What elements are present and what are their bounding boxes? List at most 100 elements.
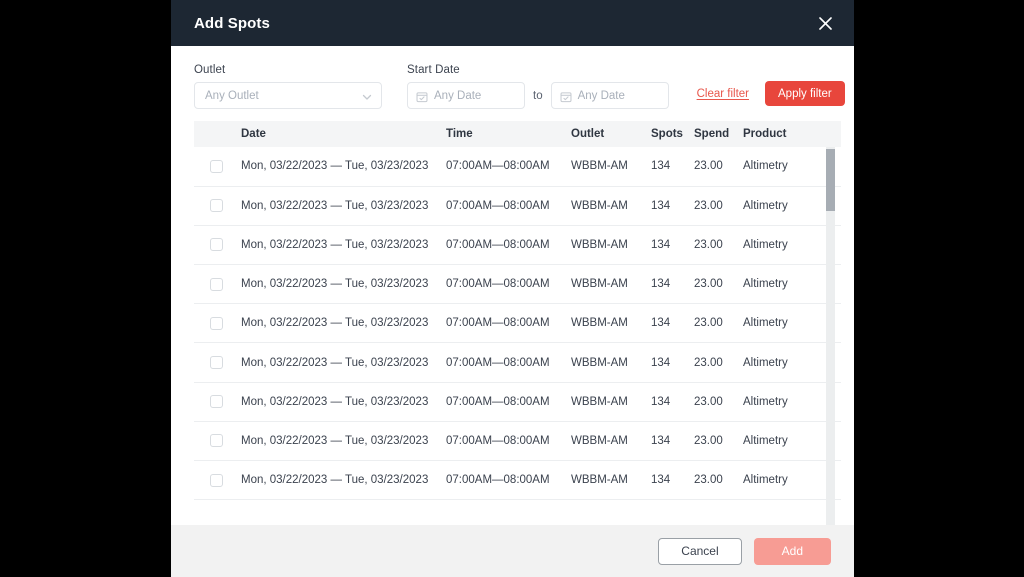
table-row[interactable]: Mon, 03/22/2023 — Tue, 03/23/2023 07:00AM… (194, 225, 841, 266)
cell-date: Mon, 03/22/2023 — Tue, 03/23/2023 (241, 460, 446, 501)
date-range-separator: to (533, 89, 543, 102)
row-checkbox[interactable] (210, 159, 223, 173)
table-row[interactable]: Mon, 03/22/2023 — Tue, 03/23/2023 07:00AM… (194, 303, 841, 344)
outlet-label: Outlet (194, 64, 226, 76)
outlet-select-value: Any Outlet (205, 89, 259, 102)
row-select-cell (194, 460, 241, 501)
cell-time: 07:00AM—08:00AM (446, 460, 571, 501)
cell-outlet: WBBM-AM (571, 264, 651, 305)
cell-outlet: WBBM-AM (571, 382, 651, 422)
chevron-down-icon (361, 90, 373, 102)
cell-outlet: WBBM-AM (571, 460, 651, 501)
cell-date: Mon, 03/22/2023 — Tue, 03/23/2023 (241, 186, 446, 226)
table-row[interactable]: Mon, 03/22/2023 — Tue, 03/23/2023 07:00AM… (194, 460, 841, 501)
outlet-field-group: Outlet Any Outlet (194, 64, 382, 109)
table-row[interactable]: Mon, 03/22/2023 — Tue, 03/23/2023 07:00AM… (194, 147, 841, 187)
modal-title: Add Spots (194, 14, 270, 32)
col-header-select (194, 121, 241, 147)
cell-outlet: WBBM-AM (571, 342, 651, 383)
cell-outlet: WBBM-AM (571, 225, 651, 266)
cell-outlet: WBBM-AM (571, 186, 651, 226)
table-header-row: Date Time Outlet Spots Spend Product (194, 121, 841, 147)
row-checkbox[interactable] (210, 316, 223, 330)
cell-spend: 23.00 (694, 342, 743, 383)
cell-spots: 134 (651, 303, 694, 344)
add-spots-modal: Add Spots Outlet Any Outlet Start Date A… (171, 0, 854, 577)
row-checkbox[interactable] (210, 473, 223, 487)
table-row[interactable]: Mon, 03/22/2023 — Tue, 03/23/2023 07:00AM… (194, 382, 841, 422)
cell-time: 07:00AM—08:00AM (446, 303, 571, 344)
spots-table-inner: Date Time Outlet Spots Spend Product Mon… (194, 121, 841, 525)
row-checkbox[interactable] (210, 395, 223, 409)
close-icon[interactable] (812, 10, 838, 36)
cell-spots: 134 (651, 186, 694, 226)
row-select-cell (194, 382, 241, 422)
col-header-time: Time (446, 121, 571, 147)
cell-time: 07:00AM—08:00AM (446, 264, 571, 305)
row-checkbox[interactable] (210, 356, 223, 370)
cell-outlet: WBBM-AM (571, 303, 651, 344)
table-scrollbar-thumb[interactable] (826, 149, 835, 211)
start-date-from-input[interactable]: Any Date (407, 82, 525, 109)
cell-time: 07:00AM—08:00AM (446, 382, 571, 422)
cell-spend: 23.00 (694, 303, 743, 344)
cell-spend: 23.00 (694, 147, 743, 187)
row-checkbox[interactable] (210, 434, 223, 448)
spots-table: Date Time Outlet Spots Spend Product Mon… (194, 121, 841, 501)
cell-spend: 23.00 (694, 421, 743, 462)
filter-actions: Clear filter Apply filter (697, 81, 845, 109)
table-row[interactable]: Mon, 03/22/2023 — Tue, 03/23/2023 07:00AM… (194, 264, 841, 305)
row-select-cell (194, 186, 241, 226)
spots-table-container: Date Time Outlet Spots Spend Product Mon… (171, 121, 854, 525)
col-header-product: Product (743, 121, 841, 147)
cell-time: 07:00AM—08:00AM (446, 342, 571, 383)
clear-filter-link[interactable]: Clear filter (697, 88, 749, 100)
screen-backdrop: Add Spots Outlet Any Outlet Start Date A… (0, 0, 1024, 577)
table-row[interactable]: Mon, 03/22/2023 — Tue, 03/23/2023 07:00AM… (194, 186, 841, 226)
cell-outlet: WBBM-AM (571, 147, 651, 187)
col-header-spend: Spend (694, 121, 743, 147)
cell-spots: 134 (651, 264, 694, 305)
modal-footer: Cancel Add (171, 525, 854, 577)
cell-spend: 23.00 (694, 264, 743, 305)
spots-table-head: Date Time Outlet Spots Spend Product (194, 121, 841, 147)
start-date-field-group: Start Date Any Date to Any Date (407, 64, 669, 109)
cell-time: 07:00AM—08:00AM (446, 147, 571, 187)
cell-time: 07:00AM—08:00AM (446, 186, 571, 226)
start-date-to-value: Any Date (577, 89, 625, 102)
row-checkbox[interactable] (210, 238, 223, 252)
spots-table-body: Mon, 03/22/2023 — Tue, 03/23/2023 07:00AM… (194, 147, 841, 501)
cell-spend: 23.00 (694, 460, 743, 501)
row-checkbox[interactable] (210, 199, 223, 213)
cell-outlet: WBBM-AM (571, 421, 651, 462)
row-checkbox[interactable] (210, 277, 223, 291)
row-select-cell (194, 303, 241, 344)
start-date-label: Start Date (407, 64, 460, 76)
filter-bar: Outlet Any Outlet Start Date Any Date to… (171, 46, 854, 121)
cell-date: Mon, 03/22/2023 — Tue, 03/23/2023 (241, 264, 446, 305)
table-row[interactable]: Mon, 03/22/2023 — Tue, 03/23/2023 07:00AM… (194, 342, 841, 383)
row-select-cell (194, 225, 241, 266)
row-select-cell (194, 342, 241, 383)
cell-date: Mon, 03/22/2023 — Tue, 03/23/2023 (241, 342, 446, 383)
row-select-cell (194, 421, 241, 462)
outlet-select[interactable]: Any Outlet (194, 82, 382, 109)
cell-date: Mon, 03/22/2023 — Tue, 03/23/2023 (241, 303, 446, 344)
cell-spots: 134 (651, 147, 694, 187)
start-date-from-value: Any Date (434, 89, 482, 102)
add-button[interactable]: Add (753, 537, 831, 565)
col-header-spots: Spots (651, 121, 694, 147)
cancel-button[interactable]: Cancel (658, 537, 742, 565)
start-date-to-input[interactable]: Any Date (550, 82, 669, 109)
cell-spots: 134 (651, 225, 694, 266)
date-range-row: Any Date to Any Date (407, 82, 669, 109)
table-row[interactable]: Mon, 03/22/2023 — Tue, 03/23/2023 07:00AM… (194, 421, 841, 462)
cell-spots: 134 (651, 460, 694, 501)
table-scrollbar-track[interactable] (826, 147, 835, 525)
row-select-cell (194, 147, 241, 187)
apply-filter-button[interactable]: Apply filter (765, 81, 845, 106)
cell-time: 07:00AM—08:00AM (446, 225, 571, 266)
col-header-outlet: Outlet (571, 121, 651, 147)
cell-date: Mon, 03/22/2023 — Tue, 03/23/2023 (241, 147, 446, 187)
modal-header: Add Spots (171, 0, 854, 46)
